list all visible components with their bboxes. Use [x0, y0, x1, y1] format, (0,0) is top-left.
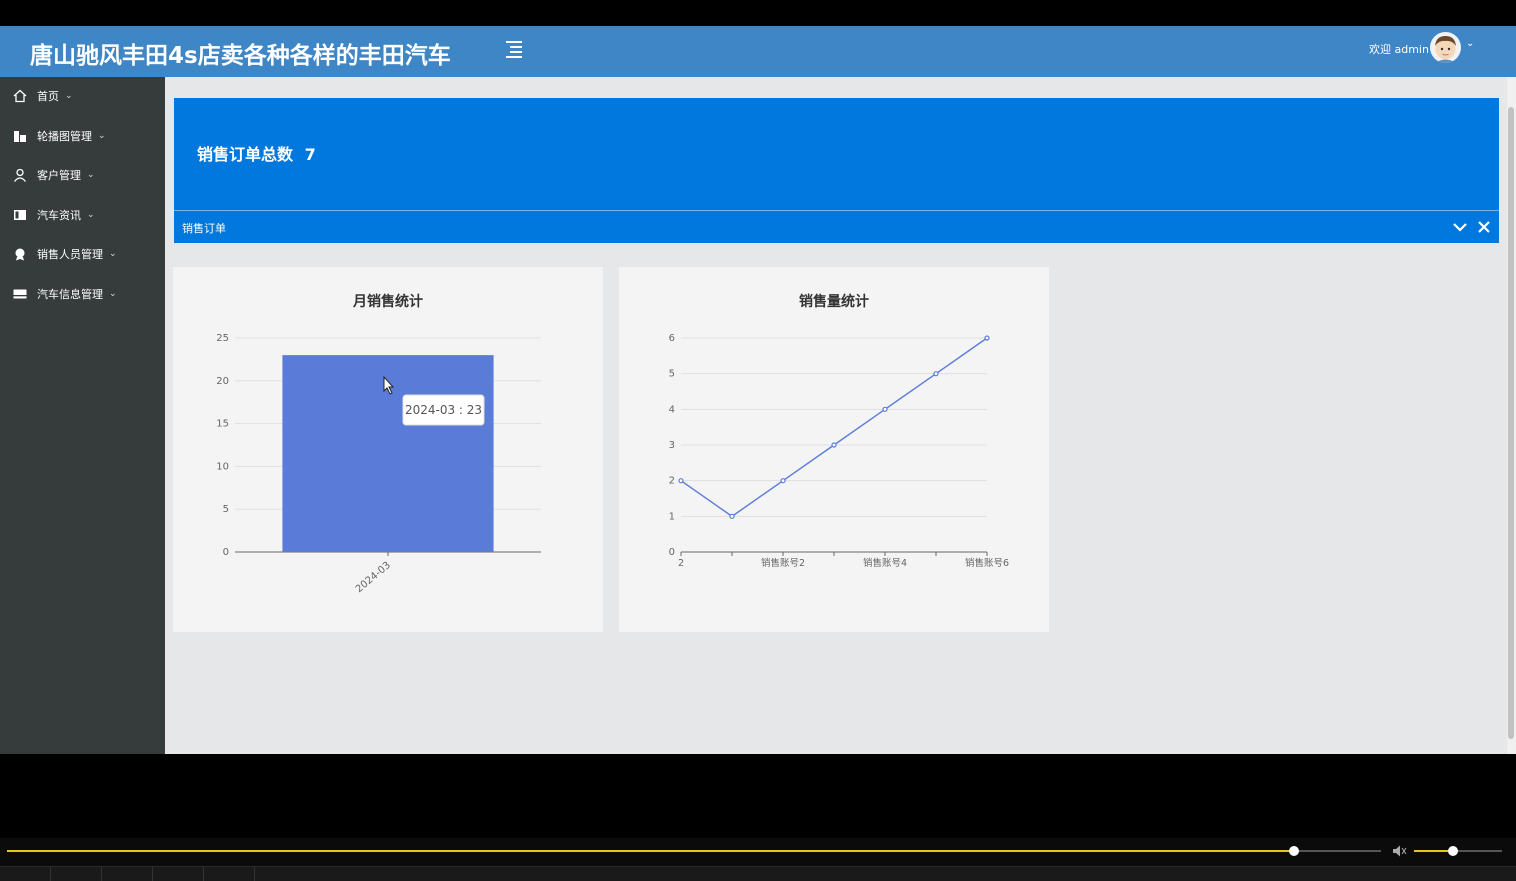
close-icon[interactable] — [1476, 219, 1492, 235]
x-tick-label: 销售账号4 — [863, 557, 907, 569]
divider — [101, 867, 102, 881]
app-window: 唐山驰风丰田4s店卖各种各样的丰田汽车 欢迎 admin ⌄ 首页 ⌄ 轮播图管… — [0, 26, 1516, 754]
y-tick-label: 15 — [216, 419, 229, 430]
main-content: 销售订单总数 7 销售订单 月销售统计 0 5 10 15 20 25 2024-03 202… — [165, 77, 1507, 754]
user-icon — [13, 168, 27, 182]
seek-bar[interactable] — [7, 850, 1381, 852]
sidebar-item-car-news[interactable]: 汽车资讯 ⌄ — [0, 196, 165, 234]
y-tick-label: 4 — [669, 404, 675, 415]
volume-slider[interactable] — [1414, 850, 1502, 852]
video-player-bar — [0, 838, 1516, 881]
data-point — [729, 513, 735, 519]
stat-count: 7 — [304, 145, 316, 164]
divider — [50, 867, 51, 881]
stat-title: 销售订单总数 7 — [197, 141, 316, 165]
building-icon — [13, 129, 27, 143]
sidebar-item-customers[interactable]: 客户管理 ⌄ — [0, 156, 165, 194]
chevron-down-icon[interactable]: ⌄ — [1466, 38, 1474, 49]
chevron-down-icon: ⌄ — [109, 289, 117, 299]
y-tick-label: 0 — [669, 547, 675, 558]
x-tick-label: 2 — [678, 558, 684, 569]
x-tick-label: 销售账号2 — [761, 557, 805, 569]
seek-handle[interactable] — [1289, 846, 1300, 856]
chevron-down-icon: ⌄ — [65, 91, 73, 101]
data-point — [780, 478, 786, 484]
sales-volume-chart-card: 销售量统计 0 1 2 3 4 5 6 2 销售账号2 销售账号4 销售账号6 — [619, 267, 1049, 632]
welcome-text: 欢迎 admin — [1369, 43, 1429, 56]
y-tick-label: 5 — [669, 369, 675, 380]
avatar[interactable] — [1430, 32, 1461, 63]
stat-label: 销售订单总数 — [197, 145, 294, 164]
sidebar-item-label: 轮播图管理 — [37, 130, 92, 143]
data-point — [678, 478, 684, 484]
x-tick-label: 销售账号6 — [965, 557, 1009, 569]
sidebar-item-home[interactable]: 首页 ⌄ — [0, 77, 165, 115]
sales-order-panel: 销售订单总数 7 — [174, 98, 1499, 210]
top-bar: 唐山驰风丰田4s店卖各种各样的丰田汽车 欢迎 admin ⌄ — [0, 26, 1516, 77]
sidebar-item-carousel[interactable]: 轮播图管理 ⌄ — [0, 117, 165, 155]
chevron-down-icon: ⌄ — [98, 131, 106, 141]
sidebar-item-label: 销售人员管理 — [37, 248, 103, 261]
news-icon — [13, 208, 27, 222]
y-tick-label: 25 — [216, 333, 229, 344]
y-tick-label: 5 — [223, 504, 229, 515]
sidebar-item-label: 客户管理 — [37, 169, 81, 182]
y-tick-label: 2 — [669, 476, 675, 487]
data-point — [882, 406, 888, 412]
seek-progress — [7, 850, 1295, 852]
sidebar: 首页 ⌄ 轮播图管理 ⌄ 客户管理 ⌄ 汽车资讯 ⌄ 销售人员管理 ⌄ 汽车信息… — [0, 77, 165, 754]
volume-level — [1414, 850, 1453, 852]
menu-toggle-icon[interactable] — [506, 41, 522, 58]
sidebar-item-label: 汽车信息管理 — [37, 288, 103, 301]
y-tick-label: 3 — [669, 440, 675, 451]
sidebar-item-sales-staff[interactable]: 销售人员管理 ⌄ — [0, 235, 165, 273]
card-icon — [13, 287, 27, 301]
chart-tooltip: 2024-03 : 23 — [402, 394, 485, 426]
data-point — [933, 371, 939, 377]
divider — [203, 867, 204, 881]
chevron-down-icon: ⌄ — [87, 170, 95, 180]
sales-volume-chart: 0 1 2 3 4 5 6 2 销售账号2 销售账号4 销售账号6 — [669, 333, 1009, 569]
y-tick-label: 0 — [223, 547, 229, 558]
chevron-down-icon: ⌄ — [109, 249, 117, 259]
data-point — [984, 335, 990, 341]
chevron-down-icon: ⌄ — [87, 210, 95, 220]
sales-order-bar: 销售订单 — [174, 210, 1499, 243]
y-tick-label: 6 — [669, 333, 675, 344]
vertical-scrollbar[interactable] — [1507, 77, 1516, 754]
home-icon — [13, 89, 27, 103]
x-tick-label: 2024-03 — [354, 560, 393, 595]
volume-handle[interactable] — [1447, 846, 1458, 856]
sidebar-item-label: 首页 — [37, 90, 59, 103]
scroll-thumb[interactable] — [1508, 107, 1514, 739]
site-title: 唐山驰风丰田4s店卖各种各样的丰田汽车 — [30, 43, 451, 69]
tooltip-text: 2024-03 : 23 — [405, 403, 482, 417]
series-line — [680, 337, 988, 518]
divider — [152, 867, 153, 881]
player-controls-strip — [0, 866, 1516, 881]
stat-bar-label: 销售订单 — [182, 222, 226, 235]
sidebar-item-car-info[interactable]: 汽车信息管理 ⌄ — [0, 275, 165, 313]
collapse-icon[interactable] — [1452, 219, 1468, 235]
monthly-sales-chart-card: 月销售统计 0 5 10 15 20 25 2024-03 2024-03 : 23 — [173, 267, 603, 632]
data-point — [831, 442, 837, 448]
volume-icon[interactable] — [1392, 843, 1408, 857]
y-tick-label: 1 — [669, 511, 675, 522]
divider — [254, 867, 255, 881]
person-badge-icon — [13, 247, 27, 261]
sidebar-item-label: 汽车资讯 — [37, 209, 81, 222]
monthly-sales-chart: 0 5 10 15 20 25 2024-03 2024-03 : 23 — [216, 333, 541, 595]
y-tick-label: 10 — [216, 461, 229, 472]
y-tick-label: 20 — [216, 376, 229, 387]
